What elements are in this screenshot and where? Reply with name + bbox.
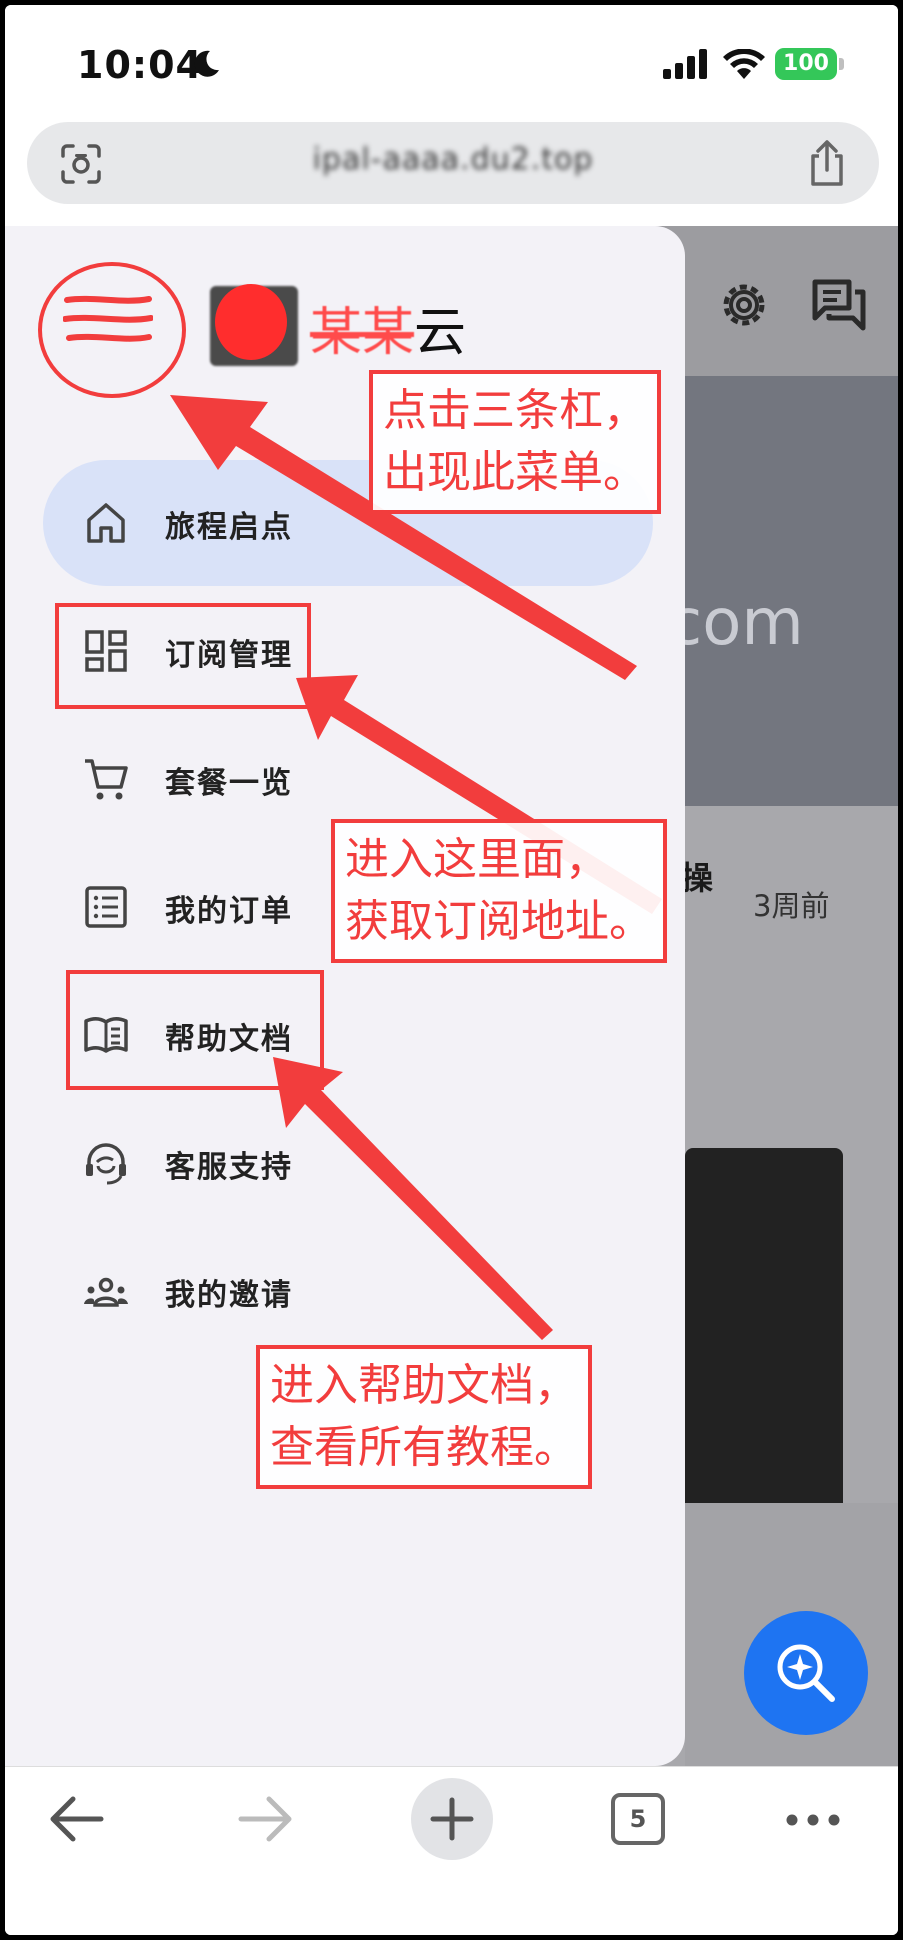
callout-menu-line1: 点击三条杠， [383, 385, 647, 436]
callout-menu-line2: 出现此菜单。 [383, 447, 647, 498]
callout-subscription-line1: 进入这里面， [345, 834, 609, 885]
callout-help-line1: 进入帮助文档， [270, 1360, 578, 1411]
callout-help-docs: 进入帮助文档， 查看所有教程。 [256, 1345, 592, 1489]
callout-help-line2: 查看所有教程。 [270, 1422, 578, 1473]
callout-subscription: 进入这里面， 获取订阅地址。 [331, 819, 667, 963]
callout-menu: 点击三条杠， 出现此菜单。 [369, 370, 661, 514]
callout-subscription-line2: 获取订阅地址。 [345, 896, 653, 947]
arrow-to-help-docs [273, 1057, 553, 1340]
annotation-arrows [170, 395, 662, 1340]
